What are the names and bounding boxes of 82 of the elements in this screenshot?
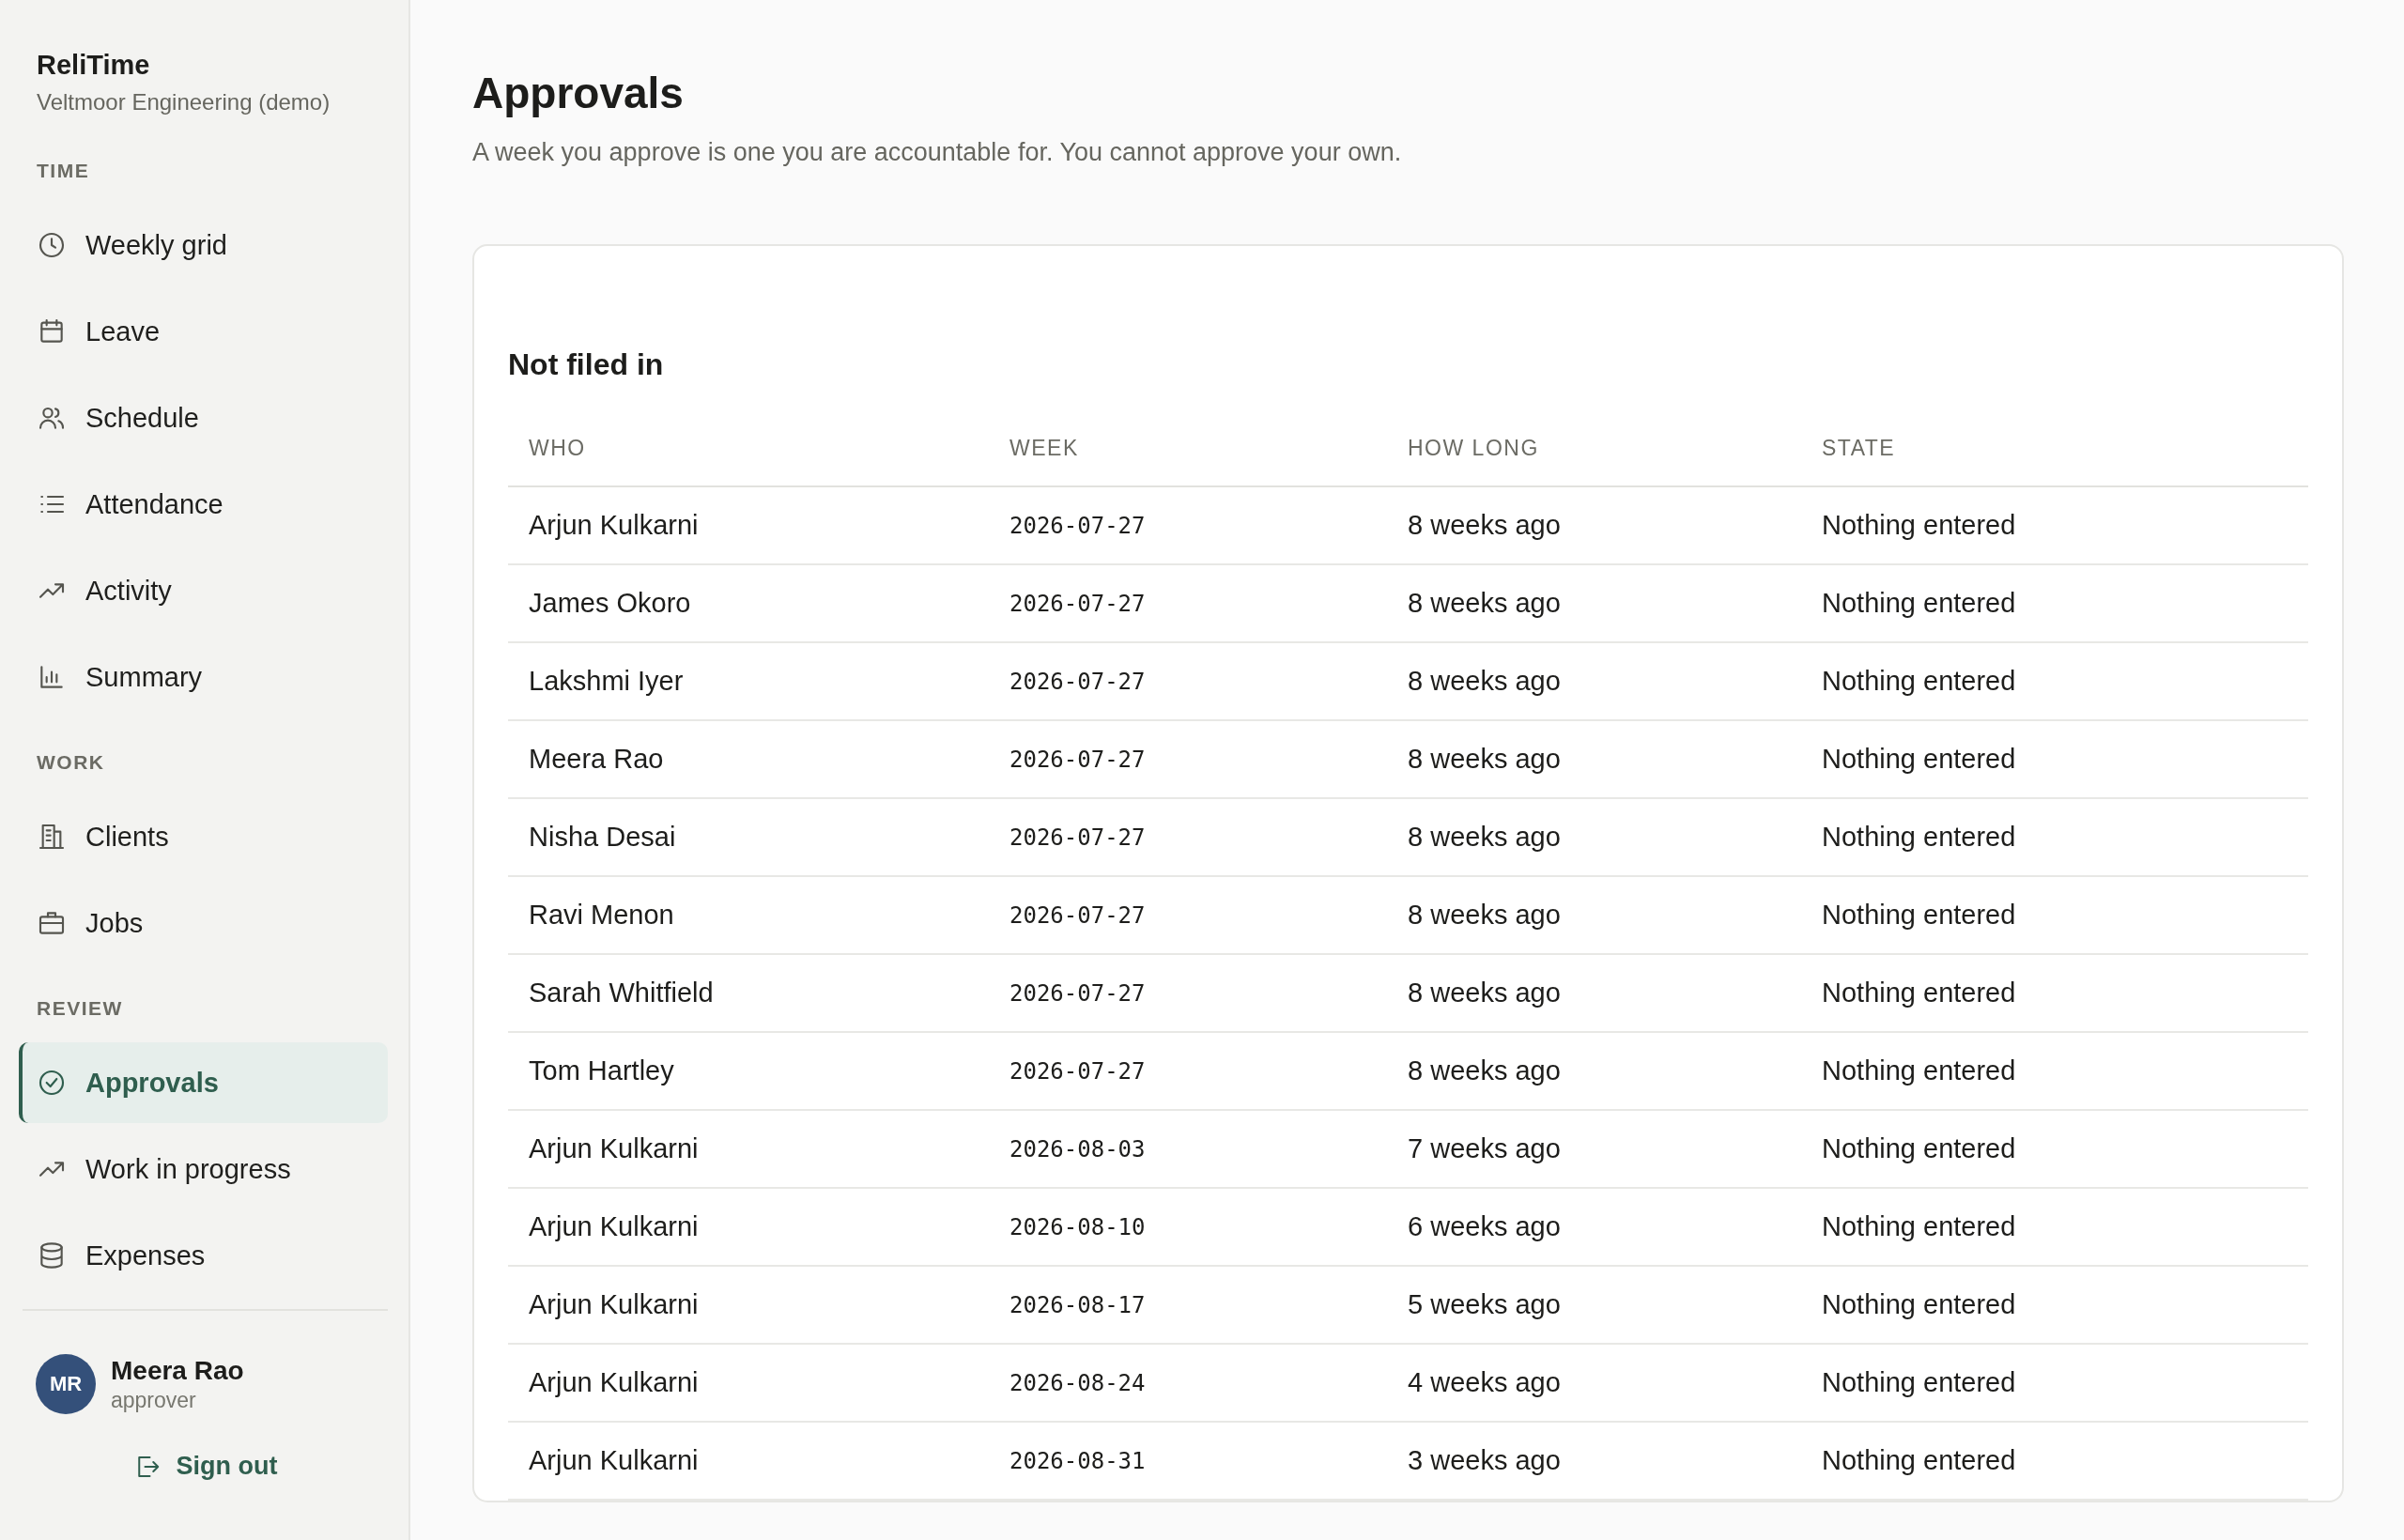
table-cell: Nothing entered	[1801, 1344, 2308, 1422]
column-header: HOW LONG	[1387, 410, 1801, 486]
table-cell: 2026-07-27	[989, 720, 1387, 798]
table-cell: 8 weeks ago	[1387, 798, 1801, 876]
table-cell: 8 weeks ago	[1387, 1032, 1801, 1110]
table-cell: 2026-08-17	[989, 1266, 1387, 1344]
table-cell: 3 weeks ago	[1387, 1422, 1801, 1500]
table-cell: Ravi Menon	[508, 876, 989, 954]
table-cell: 2026-07-27	[989, 876, 1387, 954]
nav-item[interactable]: Weekly grid	[19, 205, 388, 285]
table-cell: Tom Hartley	[508, 1032, 989, 1110]
table-cell: Lakshmi Iyer	[508, 642, 989, 720]
nav-item[interactable]: Schedule	[19, 377, 388, 458]
table-cell: Nothing entered	[1801, 1110, 2308, 1188]
organization-name: Veltmoor Engineering (demo)	[37, 88, 331, 116]
table-cell: 4 weeks ago	[1387, 1344, 1801, 1422]
column-header: WEEK	[989, 410, 1387, 486]
nav-item[interactable]: Summary	[19, 637, 388, 717]
table-cell: 2026-07-27	[989, 642, 1387, 720]
table-cell: Nothing entered	[1801, 1422, 2308, 1500]
section-label: WORK	[36, 751, 106, 774]
user-role: approver	[111, 1387, 197, 1413]
table-cell: Nothing entered	[1801, 798, 2308, 876]
nav-item[interactable]: Work in progress	[19, 1129, 388, 1209]
nav-item[interactable]: Clients	[19, 796, 388, 877]
section-label: REVIEW	[36, 997, 124, 1020]
table-cell: 2026-07-27	[989, 1032, 1387, 1110]
nav-item[interactable]: Approvals	[19, 1042, 388, 1123]
clock-icon	[37, 230, 67, 260]
table-cell: Nothing entered	[1801, 642, 2308, 720]
section-label: TIME	[36, 160, 91, 182]
table-cell: Nisha Desai	[508, 798, 989, 876]
sign-out-button[interactable]: Sign out	[123, 1446, 287, 1486]
app-name: ReliTime	[37, 49, 151, 82]
table-cell: Arjun Kulkarni	[508, 1266, 989, 1344]
nav-item[interactable]: Expenses	[19, 1215, 388, 1296]
table-cell: Nothing entered	[1801, 564, 2308, 642]
table-cell: Arjun Kulkarni	[508, 1344, 989, 1422]
table-cell: Nothing entered	[1801, 876, 2308, 954]
table-cell: 7 weeks ago	[1387, 1110, 1801, 1188]
table-cell: 8 weeks ago	[1387, 486, 1801, 564]
table-cell: Arjun Kulkarni	[508, 486, 989, 564]
table-cell: 8 weeks ago	[1387, 642, 1801, 720]
table-cell: 8 weeks ago	[1387, 876, 1801, 954]
table-cell: Nothing entered	[1801, 954, 2308, 1032]
nav-item[interactable]: Leave	[19, 291, 388, 372]
table-cell: Nothing entered	[1801, 486, 2308, 564]
table-cell: 6 weeks ago	[1387, 1188, 1801, 1266]
building-icon	[37, 822, 67, 852]
nav-item[interactable]: Activity	[19, 550, 388, 631]
nav-item[interactable]: Jobs	[19, 883, 388, 963]
table-cell: Nothing entered	[1801, 720, 2308, 798]
table-cell: 2026-07-27	[989, 798, 1387, 876]
table-cell: 2026-07-27	[989, 564, 1387, 642]
table-cell: Meera Rao	[508, 720, 989, 798]
column-header: STATE	[1801, 410, 2308, 486]
table-cell: James Okoro	[508, 564, 989, 642]
table-cell: 8 weeks ago	[1387, 954, 1801, 1032]
table-cell: 2026-08-03	[989, 1110, 1387, 1188]
table-cell: Arjun Kulkarni	[508, 1110, 989, 1188]
table-cell: 2026-08-31	[989, 1422, 1387, 1500]
page-subtitle: A week you approve is one you are accountable for. You cannot approve your own.	[472, 138, 1403, 167]
table-cell: Nothing entered	[1801, 1266, 2308, 1344]
table-cell: 2026-07-27	[989, 486, 1387, 564]
table-cell: Nothing entered	[1801, 1188, 2308, 1266]
column-header: WHO	[508, 410, 989, 486]
avatar: MR	[36, 1354, 96, 1414]
table-cell: Sarah Whitfield	[508, 954, 989, 1032]
table-cell: Arjun Kulkarni	[508, 1188, 989, 1266]
table-cell: 2026-08-10	[989, 1188, 1387, 1266]
table-cell: Arjun Kulkarni	[508, 1422, 989, 1500]
table-cell: 2026-07-27	[989, 954, 1387, 1032]
user-name: Meera Rao	[111, 1355, 244, 1387]
section-title: Not filed in	[508, 347, 665, 382]
table-cell: 8 weeks ago	[1387, 720, 1801, 798]
table-cell: 2026-08-24	[989, 1344, 1387, 1422]
table-cell: 5 weeks ago	[1387, 1266, 1801, 1344]
page-title: Approvals	[472, 68, 685, 119]
check-circle-icon	[37, 1068, 67, 1098]
table-cell: 8 weeks ago	[1387, 564, 1801, 642]
nav-item[interactable]: Attendance	[19, 464, 388, 545]
table-cell: Nothing entered	[1801, 1032, 2308, 1110]
